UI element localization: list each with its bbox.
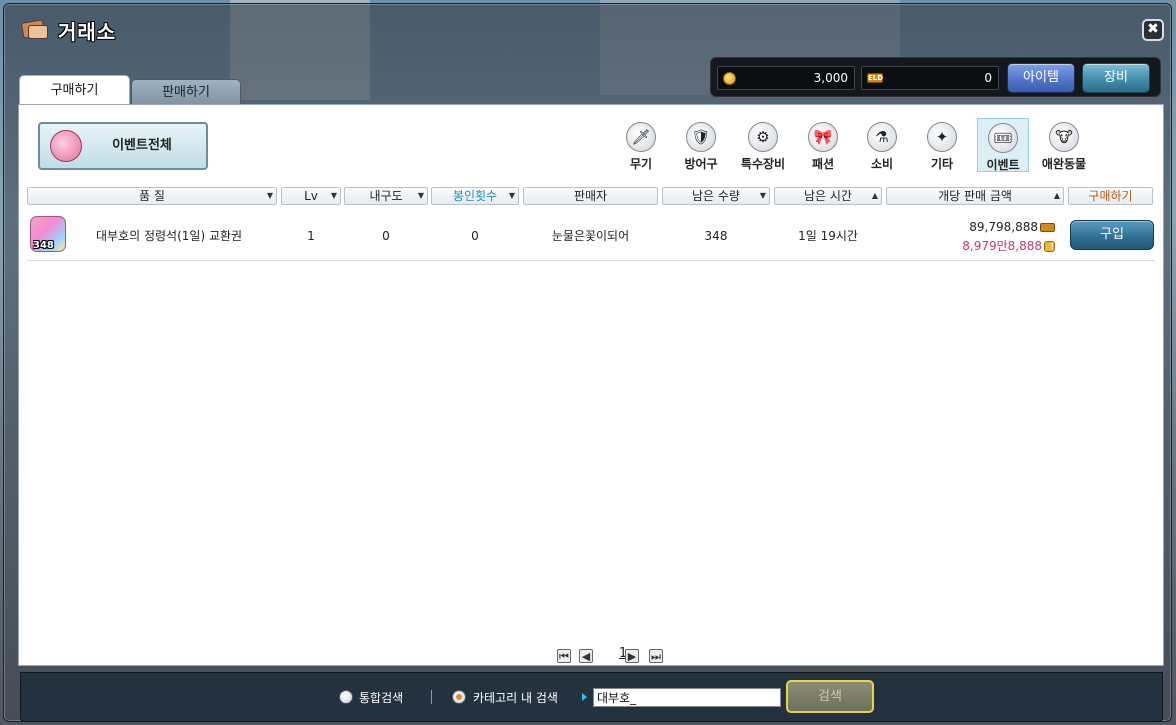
column-remaining-time-label: 남은 시간: [804, 189, 852, 203]
dropdown-arrow-icon: ▼: [330, 191, 337, 200]
divider: [431, 690, 432, 704]
category-label: 소비: [870, 157, 894, 171]
title-bar: 거래소: [20, 16, 116, 44]
window-title: 거래소: [58, 19, 117, 44]
column-remaining-qty-label: 남은 수량: [692, 189, 740, 203]
sword-icon: 🗡: [626, 122, 656, 152]
equip-currency-button[interactable]: 장비: [1082, 63, 1150, 93]
item-durability: 0: [382, 229, 390, 243]
radio-all-search-label[interactable]: 통합검색: [359, 689, 403, 706]
column-seal-count-label: 봉인횟수: [452, 189, 498, 203]
prev-page-icon[interactable]: ◀: [579, 649, 593, 663]
column-durability[interactable]: 내구도 ▼: [344, 187, 428, 205]
bow-icon: 🎀: [808, 122, 838, 152]
item-price-short: 8,979만8,888!: [915, 237, 1055, 254]
first-page-icon[interactable]: ⏮: [557, 649, 571, 663]
meso-amount: 3,000: [813, 71, 848, 85]
column-buy-label: 구매하기: [1088, 189, 1133, 203]
event-all-label: 이벤트전체: [112, 138, 172, 153]
armor-icon: 🛡: [686, 122, 716, 152]
column-seal-count[interactable]: 봉인횟수 ▼: [431, 187, 519, 205]
item-count-badge: 348: [33, 240, 54, 251]
event-bag-icon: [50, 130, 82, 162]
item-currency-button[interactable]: 아이템: [1007, 63, 1075, 93]
close-button[interactable]: ✖: [1142, 19, 1164, 41]
radio-all-search[interactable]: [339, 690, 353, 704]
category-misc[interactable]: ✦ 기타: [916, 118, 968, 172]
meso-coin-icon: [723, 72, 736, 85]
mp-display: ELD 0: [861, 66, 999, 90]
mp-amount: 0: [984, 71, 992, 85]
column-remaining-time[interactable]: 남은 시간 ▲: [774, 187, 882, 205]
search-button[interactable]: 검색: [786, 680, 874, 713]
category-label: 애완동물: [1041, 157, 1087, 171]
mp-badge-icon: ELD: [867, 73, 884, 83]
item-price-short-value: 8,979만8,888: [962, 239, 1042, 253]
category-armor[interactable]: 🛡 방어구: [675, 118, 727, 172]
last-page-icon[interactable]: ⏭: [649, 649, 663, 663]
currency-badge-icon: [1040, 223, 1055, 232]
radio-category-search-label[interactable]: 카테고리 내 검색: [473, 689, 558, 706]
item-remaining-time: 1일 19시간: [798, 229, 858, 243]
dropdown-arrow-icon: ▼: [508, 191, 515, 200]
column-unit-price[interactable]: 개당 판매 금액 ▲: [886, 187, 1064, 205]
tab-sell[interactable]: 판매하기: [131, 79, 241, 105]
category-label: 무기: [629, 157, 653, 171]
item-price-value: 89,798,888: [969, 220, 1038, 234]
category-weapon[interactable]: 🗡 무기: [615, 118, 667, 172]
radio-category-search[interactable]: [452, 690, 466, 704]
item-seller: 눈물은꽃이되어: [551, 229, 630, 243]
sort-up-icon: ▲: [871, 191, 878, 200]
item-lv: 1: [307, 229, 315, 243]
column-durability-label: 내구도: [369, 189, 403, 203]
column-quality-label: 품 질: [139, 189, 165, 203]
next-page-icon[interactable]: ▶: [625, 649, 639, 663]
search-bar: 통합검색 카테고리 내 검색 검색: [20, 672, 1163, 722]
category-fashion[interactable]: 🎀 패션: [797, 118, 849, 172]
table-row[interactable]: 348 대부호의 정령석(1일) 교환권 1 0 0 눈물은꽃이되어 348 1…: [27, 211, 1155, 261]
column-lv-label: Lv: [304, 189, 318, 203]
dropdown-arrow-icon: ▼: [266, 191, 273, 200]
currency-panel: 3,000 ELD 0 아이템 장비: [710, 57, 1161, 97]
dropdown-arrow-icon: ▼: [759, 191, 766, 200]
column-seller: 판매자: [523, 187, 658, 205]
meso-display: 3,000: [717, 66, 855, 90]
category-special-equip[interactable]: ⚙ 특수장비: [733, 118, 793, 172]
item-seal-count: 0: [471, 229, 479, 243]
category-label: 이벤트: [986, 158, 1020, 172]
main-panel: 이벤트전체 🗡 무기 🛡 방어구 ⚙ 특수장비 🎀 패션 ⚗ 소비 ✦ 기타 🎟: [18, 104, 1164, 666]
category-label: 기타: [930, 157, 954, 171]
gear-icon: ⚙: [748, 122, 778, 152]
category-label: 특수장비: [740, 157, 786, 171]
sort-up-icon: ▲: [1053, 191, 1060, 200]
search-input[interactable]: [593, 688, 781, 707]
dropdown-arrow-icon: ▼: [417, 191, 424, 200]
item-price: 89,798,888: [915, 220, 1055, 234]
column-quality[interactable]: 품 질 ▼: [27, 187, 277, 205]
column-remaining-qty[interactable]: 남은 수량 ▼: [662, 187, 770, 205]
category-event[interactable]: 🎟 이벤트: [977, 118, 1029, 172]
column-lv[interactable]: Lv ▼: [281, 187, 341, 205]
category-label: 방어구: [684, 157, 718, 171]
category-consume[interactable]: ⚗ 소비: [856, 118, 908, 172]
exchange-icon: [20, 19, 50, 41]
column-unit-price-label: 개당 판매 금액: [938, 189, 1012, 203]
exchange-window: 거래소 ✖ 3,000 ELD 0 아이템 장비 구매하기 판매하기 이벤트전체…: [3, 3, 1172, 722]
column-seller-label: 판매자: [573, 189, 608, 203]
misc-icon: ✦: [927, 122, 957, 152]
category-label: 패션: [811, 157, 835, 171]
buy-button[interactable]: 구입: [1070, 220, 1154, 250]
arrow-right-icon: [582, 693, 587, 701]
tab-buy[interactable]: 구매하기: [19, 75, 130, 105]
column-buy: 구매하기: [1068, 187, 1153, 205]
ticket-icon: 🎟: [988, 123, 1018, 153]
warning-icon: !: [1044, 241, 1055, 252]
category-pet[interactable]: 🐮 애완동물: [1036, 118, 1092, 172]
item-remaining-qty: 348: [704, 229, 728, 243]
item-name: 대부호의 정령석(1일) 교환권: [96, 229, 243, 243]
pet-icon: 🐮: [1049, 122, 1079, 152]
spirit-stone-ticket-icon: 348: [30, 216, 66, 252]
event-all-button[interactable]: 이벤트전체: [38, 122, 208, 170]
potion-icon: ⚗: [867, 122, 897, 152]
